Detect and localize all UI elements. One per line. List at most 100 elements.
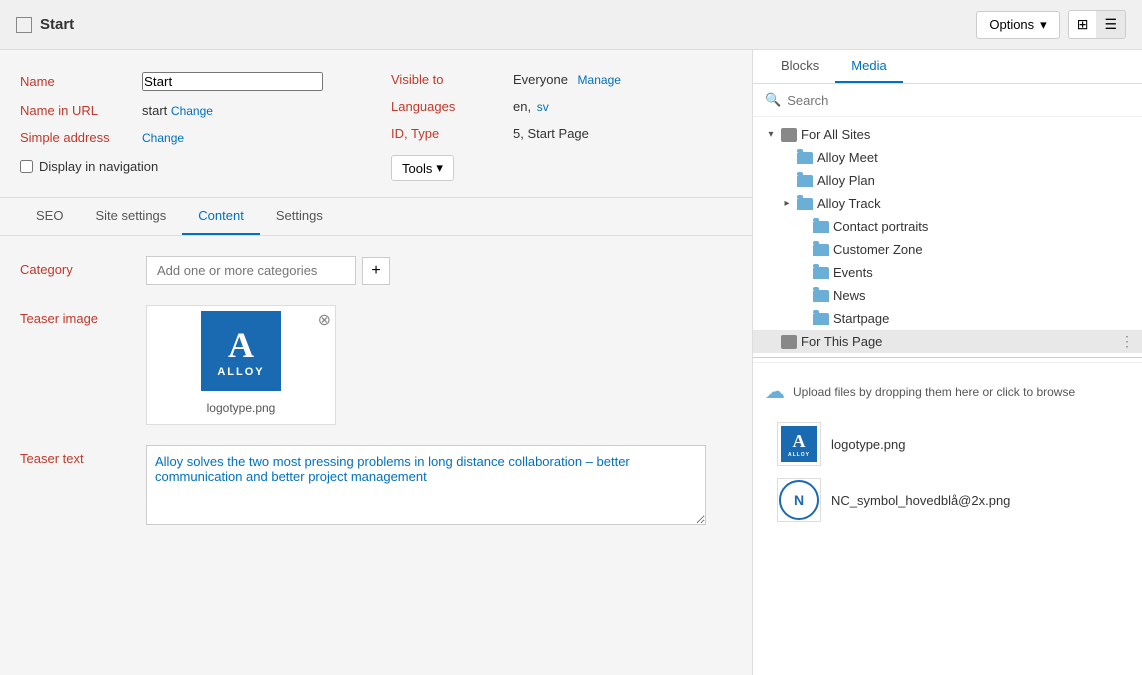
teaser-text-row: Teaser text Alloy solves the two most pr…: [20, 445, 732, 525]
for-this-page-icon: [781, 335, 797, 349]
id-type-row: ID, Type 5, Start Page: [391, 120, 732, 147]
tab-seo[interactable]: SEO: [20, 198, 79, 235]
visible-to-row: Visible to Everyone Manage: [391, 66, 732, 93]
languages-label: Languages: [391, 99, 501, 114]
display-in-nav-checkbox[interactable]: [20, 160, 33, 173]
name-in-url-row: Name in URL start Change: [20, 97, 361, 124]
search-container: 🔍: [753, 84, 1142, 117]
options-button[interactable]: Options ▾: [976, 11, 1059, 39]
startpage-label: Startpage: [833, 311, 889, 326]
tools-chevron-icon: ▾: [436, 160, 443, 176]
alloy-small-logo: A ALLOY: [781, 426, 817, 462]
teaser-image-row: Teaser image ⊗ A ALLOY logotype.png: [20, 305, 732, 425]
folder-icon: [797, 198, 813, 210]
top-bar-actions: Options ▾ ⊞ ☰: [976, 10, 1126, 39]
tree-root-item[interactable]: ▾ For All Sites: [753, 123, 1142, 146]
name-in-url-label: Name in URL: [20, 103, 130, 118]
tab-site-settings[interactable]: Site settings: [79, 198, 182, 235]
upload-cloud-icon: ☁: [765, 379, 785, 404]
tree-item-alloy-track[interactable]: ▸ Alloy Track: [753, 192, 1142, 215]
teaser-text-label: Teaser text: [20, 445, 130, 466]
contact-portraits-label: Contact portraits: [833, 219, 928, 234]
alloy-track-label: Alloy Track: [817, 196, 881, 211]
tree-item-news[interactable]: News: [753, 284, 1142, 307]
top-bar: Start Options ▾ ⊞ ☰: [0, 0, 1142, 50]
customer-zone-label: Customer Zone: [833, 242, 923, 257]
tree-item-for-this-page[interactable]: For This Page ⋮: [753, 330, 1142, 353]
folder-icon: [813, 267, 829, 279]
media-name-logotype: logotype.png: [831, 437, 905, 452]
name-row: Name: [20, 66, 361, 97]
content-section: Category + Teaser image ⊗ A ALLOY logoty…: [0, 236, 752, 565]
teaser-text-input[interactable]: Alloy solves the two most pressing probl…: [146, 445, 706, 525]
tab-media[interactable]: Media: [835, 50, 902, 83]
right-panel-tabs: Blocks Media: [753, 50, 1142, 84]
sv-link[interactable]: sv: [537, 100, 549, 114]
root-folder-icon: [781, 128, 797, 142]
alloy-plan-label: Alloy Plan: [817, 173, 875, 188]
content-tabs: SEO Site settings Content Settings: [0, 198, 752, 236]
right-panel: Blocks Media 🔍 ▾ For All Sites Alloy Mee…: [752, 50, 1142, 675]
page-title-area: Start: [16, 16, 74, 33]
add-category-button[interactable]: +: [362, 257, 390, 285]
folder-icon: [797, 152, 813, 164]
media-item-nc-symbol[interactable]: N NC_symbol_hovedblå@2x.png: [765, 472, 1130, 528]
folder-icon: [797, 175, 813, 187]
upload-area[interactable]: ☁ Upload files by dropping them here or …: [753, 362, 1142, 544]
teaser-image-container: ⊗ A ALLOY logotype.png: [146, 305, 336, 425]
name-input[interactable]: [142, 72, 323, 91]
list-view-button[interactable]: ☰: [1096, 11, 1125, 38]
category-label: Category: [20, 256, 130, 277]
media-name-nc: NC_symbol_hovedblå@2x.png: [831, 493, 1010, 508]
tree-item-alloy-meet[interactable]: Alloy Meet: [753, 146, 1142, 169]
category-row: Category +: [20, 256, 732, 285]
tree-item-contact-portraits[interactable]: Contact portraits: [753, 215, 1142, 238]
id-type-value: 5, Start Page: [513, 126, 589, 141]
id-type-label: ID, Type: [391, 126, 501, 141]
tab-blocks[interactable]: Blocks: [765, 50, 835, 83]
category-field[interactable]: [146, 256, 356, 285]
teaser-image-label: Teaser image: [20, 305, 130, 326]
tab-settings[interactable]: Settings: [260, 198, 339, 235]
meta-section: Name Name in URL start Change Simple add…: [0, 50, 752, 198]
name-label: Name: [20, 74, 130, 89]
events-label: Events: [833, 265, 873, 280]
manage-link[interactable]: Manage: [578, 73, 621, 87]
root-expand-icon: ▾: [765, 129, 777, 140]
news-label: News: [833, 288, 866, 303]
tree-item-alloy-plan[interactable]: Alloy Plan: [753, 169, 1142, 192]
alloy-meet-label: Alloy Meet: [817, 150, 878, 165]
media-thumb-nc: N: [777, 478, 821, 522]
visible-to-value: Everyone Manage: [513, 72, 621, 87]
folder-icon: [813, 313, 829, 325]
name-in-url-value: start Change: [142, 103, 213, 118]
upload-text: Upload files by dropping them here or cl…: [793, 385, 1075, 399]
tree-item-startpage[interactable]: Startpage: [753, 307, 1142, 330]
tools-button[interactable]: Tools ▾: [391, 155, 454, 181]
languages-row: Languages en, sv: [391, 93, 732, 120]
media-tree: ▾ For All Sites Alloy Meet Alloy Plan ▸: [753, 117, 1142, 675]
grid-view-button[interactable]: ⊞: [1069, 11, 1097, 38]
main-layout: Name Name in URL start Change Simple add…: [0, 50, 1142, 675]
options-dots-icon[interactable]: ⋮: [1120, 333, 1134, 350]
name-in-url-change-link[interactable]: Change: [171, 104, 213, 118]
display-in-nav-label: Display in navigation: [39, 159, 158, 174]
simple-address-label: Simple address: [20, 130, 130, 145]
alloy-logo: A ALLOY: [201, 311, 281, 391]
folder-icon: [813, 290, 829, 302]
tree-item-customer-zone[interactable]: Customer Zone: [753, 238, 1142, 261]
root-label: For All Sites: [801, 127, 870, 142]
options-chevron-icon: ▾: [1040, 17, 1047, 33]
tree-item-events[interactable]: Events: [753, 261, 1142, 284]
remove-image-button[interactable]: ⊗: [318, 310, 331, 330]
simple-address-change-link[interactable]: Change: [142, 131, 184, 145]
left-panel: Name Name in URL start Change Simple add…: [0, 50, 752, 675]
tab-content[interactable]: Content: [182, 198, 260, 235]
simple-address-row: Simple address Change: [20, 124, 361, 151]
media-item-logotype[interactable]: A ALLOY logotype.png: [765, 416, 1130, 472]
folder-icon: [813, 244, 829, 256]
page-title: Start: [40, 16, 74, 33]
search-input[interactable]: [787, 93, 1130, 108]
upload-row: ☁ Upload files by dropping them here or …: [765, 379, 1130, 404]
nc-symbol-logo: N: [779, 480, 819, 520]
